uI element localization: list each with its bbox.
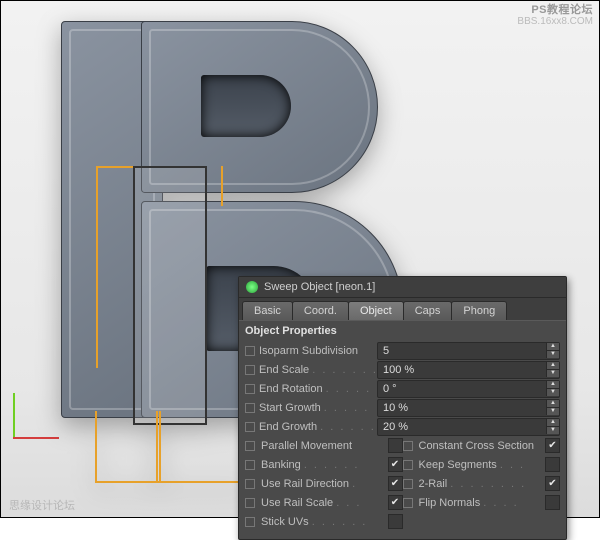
param-anim-toggle[interactable]	[245, 498, 255, 508]
axis-y	[13, 393, 15, 439]
sweep-object-icon	[246, 281, 258, 293]
row-isoparm: Isoparm Subdivision ▲▼	[245, 341, 560, 360]
input-end-rotation[interactable]: ▲▼	[377, 380, 560, 398]
checkbox-stick-uvs[interactable]	[388, 514, 403, 529]
input-start-growth[interactable]: ▲▼	[377, 399, 560, 417]
row-end-scale: End Scale . . . . . . . ▲▼	[245, 360, 560, 379]
row-banking-keepseg: Banking . . . . . .✔ Keep Segments . . .	[245, 455, 560, 474]
checkbox-constant-cross-section[interactable]: ✔	[545, 438, 560, 453]
step-down-icon[interactable]: ▼	[546, 427, 559, 434]
param-anim-toggle[interactable]	[245, 460, 255, 470]
row-parallel-constant: Parallel Movement Constant Cross Section…	[245, 436, 560, 455]
row-end-growth: End Growth . . . . . . ▲▼	[245, 417, 560, 436]
tab-caps[interactable]: Caps	[403, 301, 453, 320]
param-anim-toggle[interactable]	[245, 441, 255, 451]
checkbox-flip-normals[interactable]	[545, 495, 560, 510]
row-start-growth: Start Growth . . . . . ▲▼	[245, 398, 560, 417]
rail-spline	[95, 411, 161, 483]
param-anim-toggle[interactable]	[403, 498, 413, 508]
step-down-icon[interactable]: ▼	[546, 370, 559, 377]
properties-list: Isoparm Subdivision ▲▼ End Scale . . . .…	[239, 339, 566, 539]
panel-title-bar[interactable]: Sweep Object [neon.1]	[239, 277, 566, 298]
input-end-scale[interactable]: ▲▼	[377, 361, 560, 379]
step-up-icon[interactable]: ▲	[546, 343, 559, 351]
param-anim-toggle[interactable]	[245, 384, 255, 394]
axis-x	[13, 437, 59, 439]
step-up-icon[interactable]: ▲	[546, 400, 559, 408]
step-down-icon[interactable]: ▼	[546, 389, 559, 396]
checkbox-keep-segments[interactable]	[545, 457, 560, 472]
param-anim-toggle[interactable]	[245, 365, 255, 375]
step-up-icon[interactable]: ▲	[546, 419, 559, 427]
param-anim-toggle[interactable]	[245, 403, 255, 413]
step-down-icon[interactable]: ▼	[546, 351, 559, 358]
row-end-rotation: End Rotation . . . . . ▲▼	[245, 379, 560, 398]
row-raildir-tworail: Use Rail Direction .✔ 2-Rail . . . . . .…	[245, 474, 560, 493]
checkbox-parallel-movement[interactable]	[388, 438, 403, 453]
param-anim-toggle[interactable]	[245, 422, 255, 432]
tab-coord[interactable]: Coord.	[292, 301, 349, 320]
section-header: Object Properties	[239, 320, 566, 339]
checkbox-use-rail-direction[interactable]: ✔	[388, 476, 403, 491]
input-isoparm[interactable]: ▲▼	[377, 342, 560, 360]
rail-spline	[96, 166, 133, 368]
viewport-3d[interactable]: PS教程论坛 BBS.16xx8.COM 思缘设计论坛 Sweep Object…	[0, 0, 600, 518]
checkbox-banking[interactable]: ✔	[388, 457, 403, 472]
row-stickuvs: Stick UVs . . . . . .	[245, 512, 560, 531]
param-anim-toggle[interactable]	[245, 517, 255, 527]
attribute-manager-panel[interactable]: Sweep Object [neon.1] Basic Coord. Objec…	[238, 276, 567, 540]
input-end-growth[interactable]: ▲▼	[377, 418, 560, 436]
checkbox-2-rail[interactable]: ✔	[545, 476, 560, 491]
panel-tabs: Basic Coord. Object Caps Phong	[239, 298, 566, 320]
watermark-bottom: 思缘设计论坛	[9, 497, 75, 513]
rail-spline	[191, 166, 223, 206]
param-anim-toggle[interactable]	[245, 346, 255, 356]
label-isoparm: Isoparm Subdivision	[259, 345, 377, 357]
checkbox-use-rail-scale[interactable]: ✔	[388, 495, 403, 510]
watermark-top: PS教程论坛 BBS.16xx8.COM	[517, 4, 593, 27]
param-anim-toggle[interactable]	[403, 441, 413, 451]
rail-spline	[156, 411, 248, 483]
tab-object[interactable]: Object	[348, 301, 404, 320]
step-up-icon[interactable]: ▲	[546, 381, 559, 389]
panel-title: Sweep Object [neon.1]	[264, 281, 375, 293]
tab-phong[interactable]: Phong	[451, 301, 507, 320]
step-down-icon[interactable]: ▼	[546, 408, 559, 415]
param-anim-toggle[interactable]	[245, 479, 255, 489]
tab-basic[interactable]: Basic	[242, 301, 293, 320]
step-up-icon[interactable]: ▲	[546, 362, 559, 370]
param-anim-toggle[interactable]	[403, 460, 413, 470]
param-anim-toggle[interactable]	[403, 479, 413, 489]
row-railscale-flip: Use Rail Scale . . .✔ Flip Normals . . .…	[245, 493, 560, 512]
